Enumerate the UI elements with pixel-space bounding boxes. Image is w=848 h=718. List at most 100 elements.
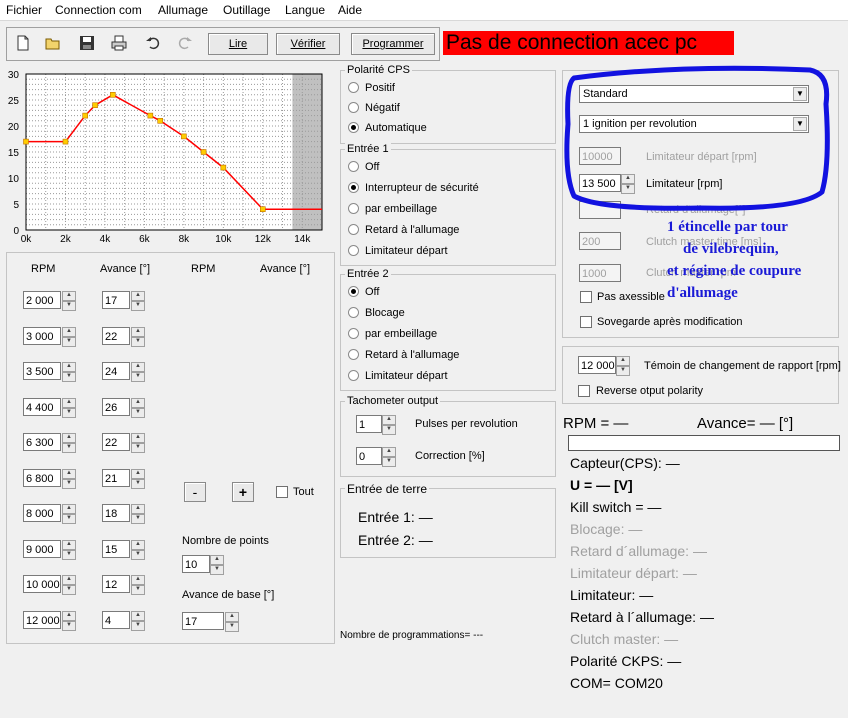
read-button[interactable]: Lire [208,33,268,55]
menu-langue[interactable]: Langue [285,3,325,17]
rpm-stepper[interactable]: ▲ ▼ [62,291,76,311]
polarity-negative-radio[interactable] [348,102,359,113]
rpm-stepper[interactable]: ▲ ▼ [62,504,76,524]
point-count-input[interactable]: 10 [182,555,210,573]
advance-input[interactable]: 12 [102,575,130,593]
polarity-auto-label: Automatique [365,122,427,134]
clutch-time-input[interactable]: 200 [579,232,621,250]
pulses-stepper[interactable]: ▲ ▼ [382,415,396,435]
open-folder-icon[interactable] [42,32,64,54]
pulses-label: Pulses per revolution [415,418,518,430]
menu-allumage[interactable]: Allumage [158,3,208,17]
correction-stepper[interactable]: ▲ ▼ [382,447,396,467]
undo-icon[interactable] [142,32,164,54]
live-cps: Capteur(CPS): — [570,455,680,471]
point-count-label: Nombre de points [182,535,269,547]
remove-point-button[interactable]: - [184,482,206,502]
advance-input[interactable]: 24 [102,362,130,380]
input1-start-limit-radio[interactable] [348,245,359,256]
live-retard: Retard d´allumage: — [570,543,707,559]
polarity-title: Polarité CPS [345,64,412,76]
input1-safety-radio[interactable] [348,182,359,193]
save-after-change-checkbox[interactable] [580,316,592,328]
polarity-positive-radio[interactable] [348,82,359,93]
y-tick-label: 25 [8,96,20,107]
input2-retard-radio[interactable] [348,349,359,360]
point-count-stepper[interactable]: ▲ ▼ [210,555,224,575]
all-checkbox[interactable] [276,486,288,498]
rpm-stepper[interactable]: ▲ ▼ [62,575,76,595]
add-point-button[interactable]: + [232,482,254,502]
base-advance-stepper[interactable]: ▲ ▼ [225,612,239,632]
advance-stepper[interactable]: ▲ ▼ [131,291,145,311]
rpm-input[interactable]: 3 000 [23,327,61,345]
redo-icon[interactable] [174,32,196,54]
menu-fichier[interactable]: Fichier [6,3,42,17]
input1-clutch-radio[interactable] [348,203,359,214]
advance-input[interactable]: 22 [102,327,130,345]
clutch-rpm-input[interactable]: 1000 [579,264,621,282]
advance-stepper[interactable]: ▲ ▼ [131,433,145,453]
menu-connection[interactable]: Connection com [55,3,142,17]
advance-input[interactable]: 21 [102,469,130,487]
advance-stepper[interactable]: ▲ ▼ [131,611,145,631]
rpm-input[interactable]: 12 000 [23,611,61,629]
reverse-polarity-checkbox[interactable] [578,385,590,397]
rpm-stepper[interactable]: ▲ ▼ [62,611,76,631]
input2-blocage-radio[interactable] [348,307,359,318]
shift-rpm-input[interactable]: 12 000 [578,356,616,374]
advance-stepper[interactable]: ▲ ▼ [131,575,145,595]
rpm-input[interactable]: 2 000 [23,291,61,309]
no-axes-checkbox[interactable] [580,291,592,303]
rpm-input[interactable]: 4 400 [23,398,61,416]
rpm-input[interactable]: 9 000 [23,540,61,558]
rpm-input[interactable]: 6 800 [23,469,61,487]
verify-button[interactable]: Vérifier [276,33,340,55]
table-header-rpm-2: RPM [191,263,216,275]
input2-off-radio[interactable] [348,286,359,297]
rpm-stepper[interactable]: ▲ ▼ [62,433,76,453]
advance-stepper[interactable]: ▲ ▼ [131,540,145,560]
new-file-icon[interactable] [12,32,34,54]
rpm-input[interactable]: 3 500 [23,362,61,380]
no-axes-label: Pas axessible [597,291,665,303]
rpm-stepper[interactable]: ▲ ▼ [62,327,76,347]
advance-stepper[interactable]: ▲ ▼ [131,469,145,489]
base-advance-input[interactable]: 17 [182,612,224,630]
pulses-input[interactable]: 1 [356,415,382,433]
advance-input[interactable]: 22 [102,433,130,451]
input2-start-limit-radio[interactable] [348,370,359,381]
input2-clutch-radio[interactable] [348,328,359,339]
rpm-stepper[interactable]: ▲ ▼ [62,469,76,489]
polarity-auto-radio[interactable] [348,122,359,133]
input2-blocage-label: Blocage [365,307,405,319]
advance-input[interactable]: 15 [102,540,130,558]
rpm-stepper[interactable]: ▲ ▼ [62,540,76,560]
rpm-stepper[interactable]: ▲ ▼ [62,362,76,382]
input1-off-radio[interactable] [348,161,359,172]
advance-stepper[interactable]: ▲ ▼ [131,362,145,382]
advance-stepper[interactable]: ▲ ▼ [131,398,145,418]
advance-stepper[interactable]: ▲ ▼ [131,504,145,524]
live-ckps: Polarité CKPS: — [570,653,682,669]
menu-outillage[interactable]: Outillage [223,3,270,17]
advance-input[interactable]: 4 [102,611,130,629]
advance-input[interactable]: 18 [102,504,130,522]
advance-stepper[interactable]: ▲ ▼ [131,327,145,347]
input1-retard-radio[interactable] [348,224,359,235]
table-header-advance-1: Avance [°] [100,263,151,275]
rpm-input[interactable]: 6 300 [23,433,61,451]
rpm-stepper[interactable]: ▲ ▼ [62,398,76,418]
advance-input[interactable]: 17 [102,291,130,309]
print-icon[interactable] [108,32,130,54]
save-icon[interactable] [76,32,98,54]
shift-rpm-label: Témoin de changement de rapport [rpm] [644,360,841,372]
data-point [62,138,69,145]
menu-aide[interactable]: Aide [338,3,362,17]
rpm-input[interactable]: 8 000 [23,504,61,522]
shift-rpm-stepper[interactable]: ▲ ▼ [616,356,630,376]
program-button[interactable]: Programmer [351,33,435,55]
advance-input[interactable]: 26 [102,398,130,416]
rpm-input[interactable]: 10 000 [23,575,61,593]
correction-input[interactable]: 0 [356,447,382,465]
